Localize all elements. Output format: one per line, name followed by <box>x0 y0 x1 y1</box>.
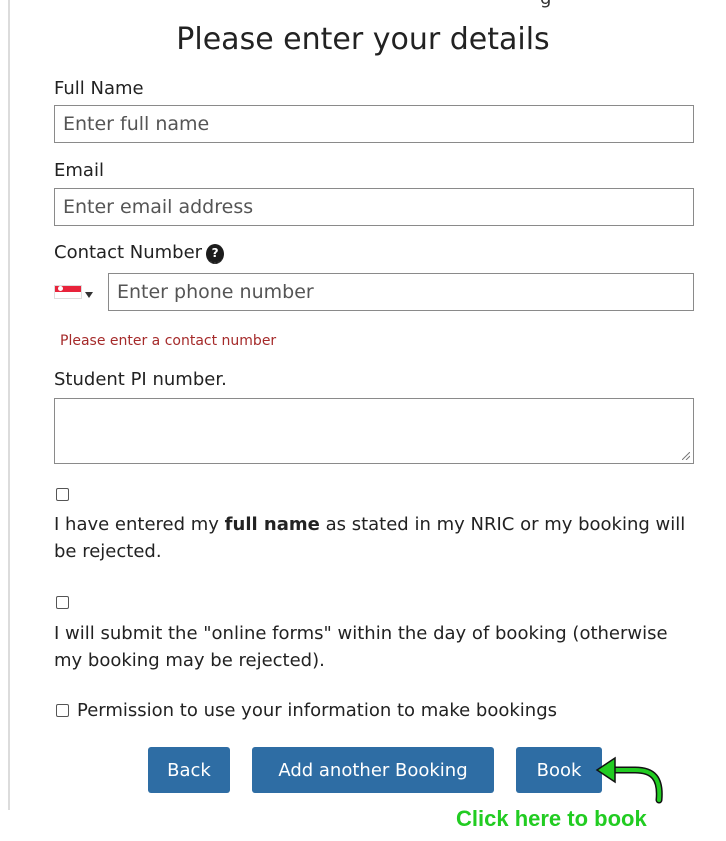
contact-error-message: Please enter a contact number <box>60 333 277 349</box>
question-circle-icon[interactable]: ? <box>206 244 225 264</box>
full-name-check-text-before: I have entered my <box>54 514 225 535</box>
add-another-booking-button[interactable]: Add another Booking <box>252 747 494 793</box>
email-placeholder: Enter email address <box>63 196 254 218</box>
full-name-label: Full Name <box>54 78 144 99</box>
contact-number-label-text: Contact Number <box>54 242 203 263</box>
student-pi-label: Student PI number. <box>54 369 227 390</box>
header-fragment: g <box>540 0 551 9</box>
student-pi-textarea[interactable] <box>54 398 694 464</box>
annotation-note: Click here to book <box>456 806 647 831</box>
page-title: Please enter your details <box>176 22 550 57</box>
back-button[interactable]: Back <box>148 747 230 793</box>
annotation-arrow-icon <box>595 756 663 804</box>
resize-handle-icon[interactable] <box>682 452 690 460</box>
full-name-placeholder: Enter full name <box>63 113 210 135</box>
phone-placeholder: Enter phone number <box>117 281 314 303</box>
permission-checkbox-row[interactable]: Permission to use your information to ma… <box>56 700 557 721</box>
phone-input[interactable]: Enter phone number <box>108 273 694 311</box>
contact-number-label: Contact Number? <box>54 242 225 264</box>
full-name-checkbox[interactable] <box>56 488 69 501</box>
online-forms-checkbox[interactable] <box>56 596 69 609</box>
full-name-checkbox-label: I have entered my full name as stated in… <box>54 511 694 565</box>
left-border <box>8 0 10 810</box>
full-name-check-bold: full name <box>224 514 320 535</box>
email-input[interactable]: Enter email address <box>54 188 694 226</box>
singapore-flag-icon[interactable] <box>54 285 82 299</box>
country-dropdown-chevron-icon[interactable] <box>85 292 93 298</box>
email-label: Email <box>54 160 104 181</box>
online-forms-checkbox-label: I will submit the "online forms" within … <box>54 623 668 671</box>
full-name-input[interactable]: Enter full name <box>54 105 694 143</box>
book-button[interactable]: Book <box>516 747 602 793</box>
permission-checkbox-label: Permission to use your information to ma… <box>77 700 558 721</box>
permission-checkbox[interactable] <box>56 704 69 717</box>
